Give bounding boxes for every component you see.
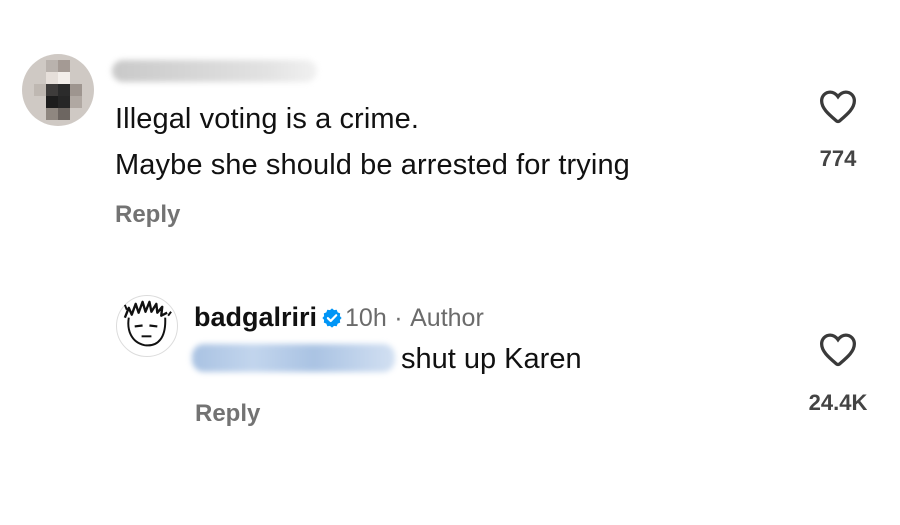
reply-text: shut up Karen [401,343,582,375]
reply-username[interactable]: badgalriri [194,302,317,332]
commenter-username-redacted[interactable] [112,60,317,82]
meta-separator: · [394,304,403,332]
comment-text: Illegal voting is a crime. Maybe she sho… [115,96,795,188]
comment-line-1: Illegal voting is a crime. [115,103,419,135]
reply-timestamp: 10h [345,304,387,332]
doodle-face-icon [123,300,172,347]
verified-badge-icon [322,308,342,328]
like-count: 774 [819,146,857,171]
mention-redacted[interactable] [192,344,395,372]
heart-icon[interactable] [818,331,858,367]
reply-button[interactable]: Reply [195,400,260,428]
author-avatar[interactable] [116,295,178,357]
like-count: 24.4K [808,390,868,415]
reply-button[interactable]: Reply [115,201,180,229]
commenter-avatar-pixelated[interactable] [22,54,94,126]
comment-line-2: Maybe she should be arrested for trying [115,149,630,181]
heart-icon[interactable] [818,88,858,124]
author-label: Author [410,304,484,332]
reply-meta: badgalriri 10h · Author [194,300,484,335]
